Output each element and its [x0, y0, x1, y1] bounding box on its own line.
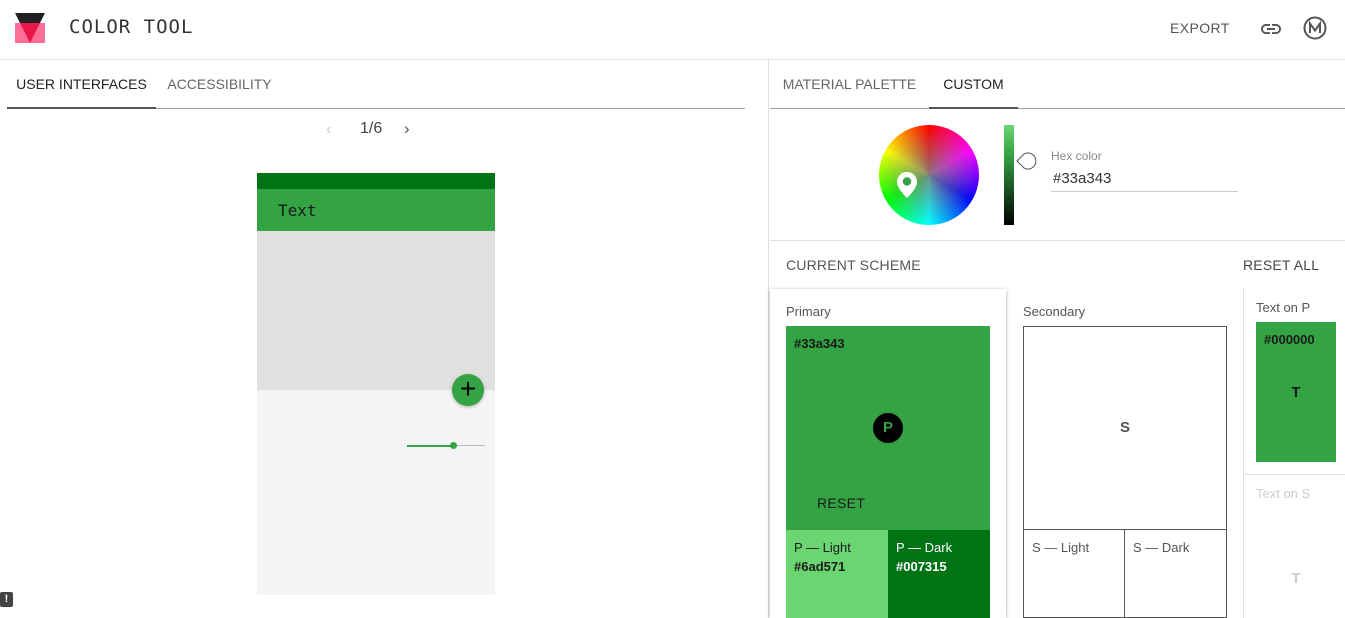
- primary-label: Primary: [786, 304, 831, 319]
- text-on-secondary-label: Text on S: [1256, 486, 1311, 501]
- text-on-primary-label: Text on P: [1256, 300, 1311, 315]
- page-indicator: 1/6: [360, 120, 383, 137]
- lightness-slider[interactable]: [1004, 125, 1014, 225]
- slider-handle-icon[interactable]: [1016, 151, 1040, 171]
- color-editor-pane: MATERIAL PALETTE CUSTOM Hex color CURREN…: [770, 60, 1345, 618]
- app-title: COLOR TOOL: [69, 16, 194, 38]
- scheme-header: CURRENT SCHEME RESET ALL: [770, 241, 1345, 289]
- tab-accessibility[interactable]: ACCESSIBILITY: [156, 60, 283, 109]
- tab-material-palette[interactable]: MATERIAL PALETTE: [770, 60, 929, 109]
- text-on-primary-swatch[interactable]: #000000 T: [1256, 322, 1336, 462]
- preview-pager: ‹ 1/6 ›: [320, 117, 430, 141]
- secondary-light-label: S — Light: [1032, 540, 1090, 555]
- primary-light-label: P — Light: [794, 540, 851, 555]
- editor-tabs: MATERIAL PALETTE CUSTOM: [770, 60, 1345, 109]
- preview-pane: USER INTERFACES ACCESSIBILITY ‹ 1/6 › Te…: [0, 60, 769, 618]
- divider: [1244, 474, 1345, 475]
- top-bar: COLOR TOOL EXPORT: [0, 0, 1345, 60]
- primary-color-card: Primary #33a343 P RESET P — Light #6ad57…: [770, 289, 1006, 618]
- phone-status-bar: [257, 173, 495, 189]
- secondary-color-card: Secondary S S — Light S — Dark: [1006, 289, 1243, 618]
- hex-color-input[interactable]: [1051, 166, 1238, 192]
- slider-fill: [407, 445, 454, 447]
- phone-app-bar: Text: [257, 189, 495, 231]
- primary-light-swatch[interactable]: P — Light #6ad571: [786, 530, 888, 618]
- text-on-secondary-letter: T: [1291, 570, 1301, 587]
- slider-thumb[interactable]: [450, 442, 458, 449]
- custom-color-picker: Hex color: [770, 109, 1345, 241]
- preview-tabs: USER INTERFACES ACCESSIBILITY: [7, 60, 745, 109]
- reset-button[interactable]: RESET: [817, 495, 865, 511]
- secondary-swatch[interactable]: S: [1023, 326, 1227, 530]
- hex-color-label: Hex color: [1051, 149, 1102, 163]
- secondary-dark-swatch[interactable]: S — Dark: [1125, 530, 1227, 618]
- text-on-primary-letter: T: [1291, 384, 1301, 401]
- primary-light-hex: #6ad571: [794, 559, 846, 574]
- tab-user-interfaces[interactable]: USER INTERFACES: [7, 60, 156, 109]
- phone-slider[interactable]: [407, 441, 485, 451]
- primary-badge: P: [873, 413, 903, 443]
- primary-dark-swatch[interactable]: P — Dark #007315: [888, 530, 990, 618]
- feedback-icon[interactable]: !: [0, 592, 13, 607]
- phone-preview: Text +: [257, 173, 495, 595]
- text-color-column: Text on P #000000 T Text on S T: [1243, 289, 1345, 618]
- app-bar-text: Text: [278, 201, 317, 220]
- location-pin-icon[interactable]: [895, 171, 919, 199]
- chevron-left-icon[interactable]: ‹: [326, 119, 332, 139]
- plus-icon: +: [459, 373, 477, 404]
- export-button[interactable]: EXPORT: [1170, 20, 1230, 36]
- chevron-right-icon[interactable]: ›: [404, 119, 410, 139]
- primary-hex: #33a343: [794, 336, 845, 351]
- secondary-badge: S: [1119, 419, 1130, 436]
- link-icon[interactable]: [1259, 17, 1283, 41]
- primary-dark-hex: #007315: [896, 559, 947, 574]
- secondary-dark-label: S — Dark: [1133, 540, 1190, 555]
- color-tool-logo-icon: [15, 13, 45, 43]
- fab-add-button[interactable]: +: [452, 374, 484, 406]
- secondary-light-swatch[interactable]: S — Light: [1023, 530, 1125, 618]
- current-scheme-title: CURRENT SCHEME: [786, 257, 921, 273]
- reset-all-button[interactable]: RESET ALL: [1243, 257, 1319, 273]
- color-tool-app: COLOR TOOL EXPORT USER INTERFACES ACCESS…: [0, 0, 1345, 618]
- tab-custom[interactable]: CUSTOM: [929, 60, 1018, 109]
- color-wheel[interactable]: [879, 125, 979, 225]
- primary-dark-label: P — Dark: [896, 540, 953, 555]
- primary-swatch[interactable]: #33a343 P RESET: [786, 326, 990, 530]
- phone-content-area: [257, 231, 495, 390]
- secondary-label: Secondary: [1023, 304, 1086, 319]
- material-logo-icon[interactable]: [1303, 16, 1327, 40]
- text-on-primary-hex: #000000: [1264, 332, 1315, 347]
